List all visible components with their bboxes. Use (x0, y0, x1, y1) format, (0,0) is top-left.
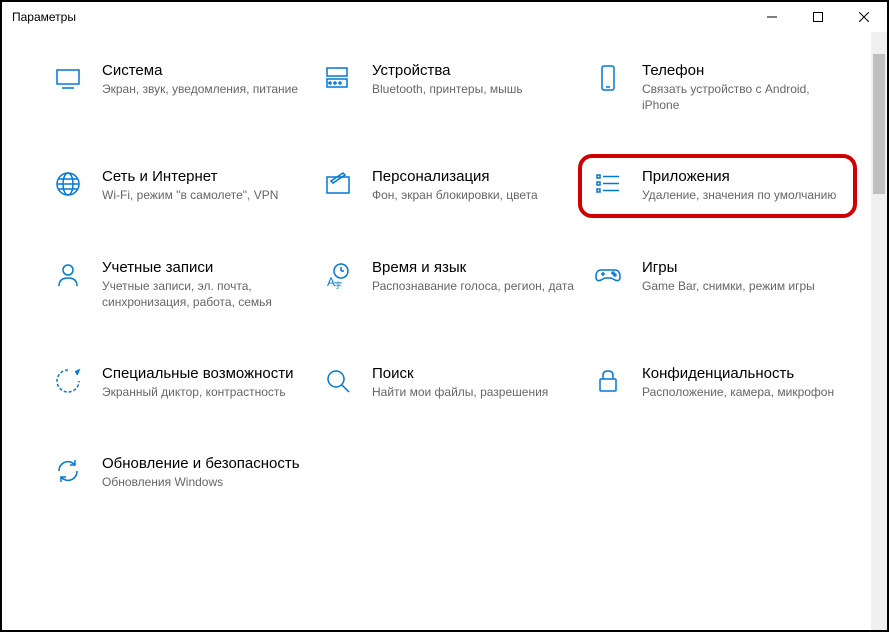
tile-title: Телефон (642, 62, 847, 79)
tile-title: Игры (642, 259, 847, 276)
tile-title: Учетные записи (102, 259, 307, 276)
tile-title: Персонализация (372, 168, 577, 185)
update-icon (52, 455, 84, 487)
window-title: Параметры (12, 10, 76, 24)
close-button[interactable] (841, 2, 887, 32)
tile-desc: Расположение, камера, микрофон (642, 384, 847, 400)
tile-desc: Bluetooth, принтеры, мышь (372, 81, 577, 97)
scrollbar-thumb[interactable] (873, 54, 885, 194)
window-controls (749, 2, 887, 32)
tile-title: Устройства (372, 62, 577, 79)
network-icon (52, 168, 84, 200)
maximize-button[interactable] (795, 2, 841, 32)
minimize-icon (767, 12, 777, 22)
tile-desc: Найти мои файлы, разрешения (372, 384, 577, 400)
tile-desc: Удаление, значения по умолчанию (642, 187, 847, 203)
tile-desc: Учетные записи, эл. почта, синхронизация… (102, 278, 307, 310)
settings-grid: Система Экран, звук, уведомления, питани… (52, 62, 841, 490)
search-icon (322, 365, 354, 397)
time-icon: A字 (322, 259, 354, 291)
tile-text: Приложения Удаление, значения по умолчан… (642, 168, 847, 203)
system-icon (52, 62, 84, 94)
tile-title: Обновление и безопасность (102, 455, 307, 472)
tile-title: Специальные возможности (102, 365, 307, 382)
tile-text: Игры Game Bar, снимки, режим игры (642, 259, 847, 294)
tile-desc: Обновления Windows (102, 474, 307, 490)
tile-search[interactable]: Поиск Найти мои файлы, разрешения (322, 365, 577, 400)
settings-window: Параметры Система Экра (0, 0, 889, 632)
tile-desc: Wi-Fi, режим "в самолете", VPN (102, 187, 307, 203)
tile-text: Учетные записи Учетные записи, эл. почта… (102, 259, 307, 310)
tile-personalization[interactable]: Персонализация Фон, экран блокировки, цв… (322, 168, 577, 203)
tile-time-language[interactable]: A字 Время и язык Распознавание голоса, ре… (322, 259, 577, 310)
tile-desc: Распознавание голоса, регион, дата (372, 278, 577, 294)
maximize-icon (813, 12, 823, 22)
tile-desc: Фон, экран блокировки, цвета (372, 187, 577, 203)
tile-text: Конфиденциальность Расположение, камера,… (642, 365, 847, 400)
tile-desc: Game Bar, снимки, режим игры (642, 278, 847, 294)
content-area: Система Экран, звук, уведомления, питани… (2, 32, 871, 630)
tile-privacy[interactable]: Конфиденциальность Расположение, камера,… (592, 365, 847, 400)
tile-devices[interactable]: Устройства Bluetooth, принтеры, мышь (322, 62, 577, 113)
tile-desc: Связать устройство с Android, iPhone (642, 81, 847, 113)
tile-accessibility[interactable]: Специальные возможности Экранный диктор,… (52, 365, 307, 400)
tile-gaming[interactable]: Игры Game Bar, снимки, режим игры (592, 259, 847, 310)
privacy-icon (592, 365, 624, 397)
minimize-button[interactable] (749, 2, 795, 32)
titlebar: Параметры (2, 2, 887, 32)
tile-text: Поиск Найти мои файлы, разрешения (372, 365, 577, 400)
apps-icon (592, 168, 624, 200)
tile-desc: Экран, звук, уведомления, питание (102, 81, 307, 97)
accounts-icon (52, 259, 84, 291)
tile-title: Время и язык (372, 259, 577, 276)
tile-network[interactable]: Сеть и Интернет Wi-Fi, режим "в самолете… (52, 168, 307, 203)
tile-apps[interactable]: Приложения Удаление, значения по умолчан… (592, 168, 847, 203)
tile-title: Система (102, 62, 307, 79)
tile-system[interactable]: Система Экран, звук, уведомления, питани… (52, 62, 307, 113)
tile-title: Поиск (372, 365, 577, 382)
tile-text: Персонализация Фон, экран блокировки, цв… (372, 168, 577, 203)
tile-title: Сеть и Интернет (102, 168, 307, 185)
tile-desc: Экранный диктор, контрастность (102, 384, 307, 400)
tile-text: Специальные возможности Экранный диктор,… (102, 365, 307, 400)
gaming-icon (592, 259, 624, 291)
tile-title: Приложения (642, 168, 847, 185)
vertical-scrollbar[interactable] (871, 32, 887, 630)
accessibility-icon (52, 365, 84, 397)
tile-text: Обновление и безопасность Обновления Win… (102, 455, 307, 490)
tile-text: Время и язык Распознавание голоса, регио… (372, 259, 577, 294)
content-wrap: Система Экран, звук, уведомления, питани… (2, 32, 887, 630)
personalization-icon (322, 168, 354, 200)
svg-text:字: 字 (334, 280, 342, 290)
tile-phone[interactable]: Телефон Связать устройство с Android, iP… (592, 62, 847, 113)
devices-icon (322, 62, 354, 94)
tile-accounts[interactable]: Учетные записи Учетные записи, эл. почта… (52, 259, 307, 310)
tile-update[interactable]: Обновление и безопасность Обновления Win… (52, 455, 307, 490)
phone-icon (592, 62, 624, 94)
close-icon (859, 12, 869, 22)
tile-title: Конфиденциальность (642, 365, 847, 382)
tile-text: Система Экран, звук, уведомления, питани… (102, 62, 307, 97)
tile-text: Сеть и Интернет Wi-Fi, режим "в самолете… (102, 168, 307, 203)
tile-text: Устройства Bluetooth, принтеры, мышь (372, 62, 577, 97)
tile-text: Телефон Связать устройство с Android, iP… (642, 62, 847, 113)
